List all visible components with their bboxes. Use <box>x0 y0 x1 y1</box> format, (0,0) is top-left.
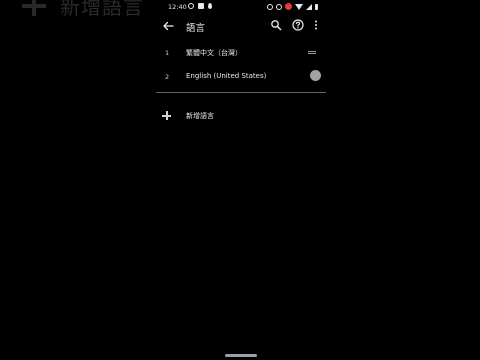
page-title: 語言 <box>186 23 206 34</box>
battery-icon <box>315 3 318 10</box>
toolbar: 語言 <box>156 14 326 38</box>
screen: 新增語言 12:40 語言 1 繁體中文（台灣） 2 English (Unit… <box>0 0 480 360</box>
home-indicator[interactable] <box>225 354 257 357</box>
status-right-icons <box>267 3 318 10</box>
alarm-icon <box>267 3 273 10</box>
app-notification-icon <box>198 3 204 9</box>
language-label: 繁體中文（台灣） <box>186 49 242 57</box>
more-vert-icon[interactable] <box>309 18 323 32</box>
language-number: 1 <box>165 49 170 57</box>
language-label: English (United States) <box>186 72 267 80</box>
wifi-icon <box>295 3 303 10</box>
language-item[interactable]: 1 繁體中文（台灣） <box>156 41 326 65</box>
drag-handle-icon[interactable] <box>308 51 318 55</box>
language-item[interactable]: 2 English (United States) <box>156 65 326 89</box>
ghost-overlay: 新增語言 <box>20 0 144 20</box>
data-saver-icon <box>276 3 282 10</box>
phone-screen: 12:40 語言 1 繁體中文（台灣） 2 English (United St… <box>156 0 326 360</box>
touch-indicator <box>310 70 321 81</box>
signal-icon <box>306 3 312 10</box>
ghost-label: 新增語言 <box>60 0 144 19</box>
language-number: 2 <box>165 73 170 81</box>
status-bar: 12:40 <box>156 0 326 14</box>
search-icon[interactable] <box>269 18 283 32</box>
sync-icon <box>188 3 194 9</box>
arrow-back-icon[interactable] <box>160 18 176 34</box>
ghost-plus-icon <box>20 0 48 16</box>
plus-icon <box>162 111 172 121</box>
recording-icon <box>285 3 292 10</box>
status-time: 12:40 <box>168 3 187 11</box>
add-language-label: 新增語言 <box>186 112 214 120</box>
divider <box>156 92 326 93</box>
status-left-icons <box>188 3 212 9</box>
help-icon[interactable] <box>291 18 305 32</box>
location-icon <box>208 3 212 9</box>
add-language-button[interactable]: 新增語言 <box>156 104 326 128</box>
